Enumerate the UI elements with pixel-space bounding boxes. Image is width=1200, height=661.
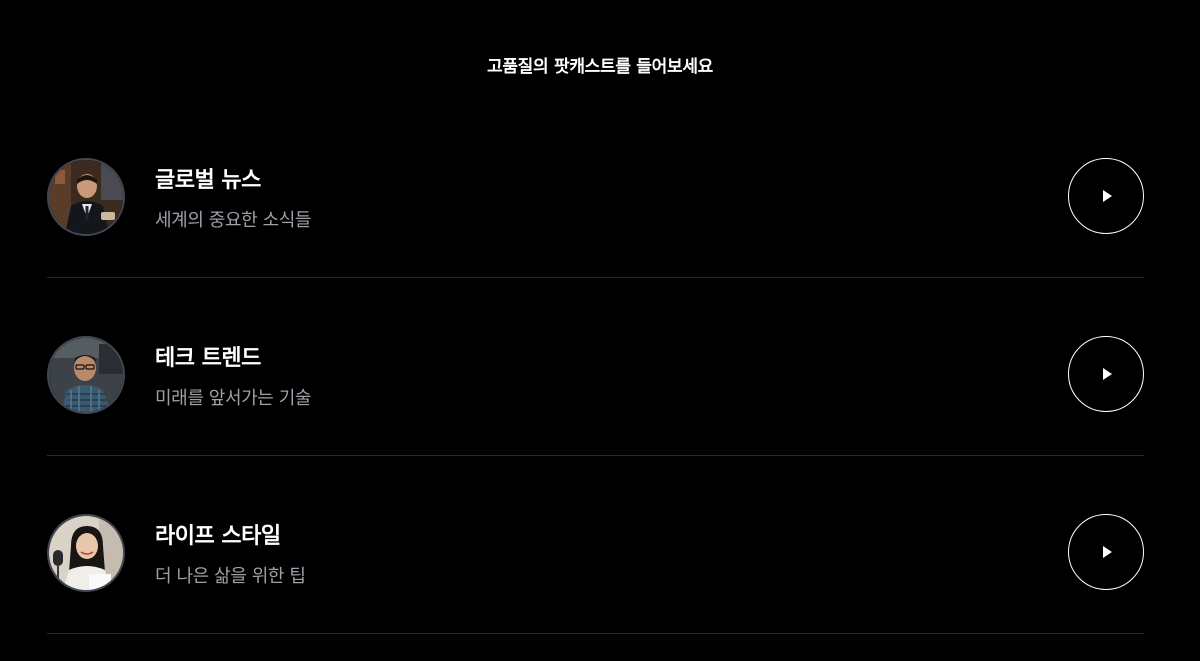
podcast-row-tech-trends[interactable]: 테크 트렌드 미래를 앞서가는 기술 <box>47 278 1144 456</box>
play-icon <box>1103 546 1112 558</box>
play-icon <box>1103 368 1112 380</box>
play-button[interactable] <box>1068 336 1144 412</box>
podcast-title: 글로벌 뉴스 <box>155 168 261 193</box>
play-button[interactable] <box>1068 514 1144 590</box>
podcast-row-global-news[interactable]: 글로벌 뉴스 세계의 중요한 소식들 <box>47 100 1144 278</box>
podcast-subtitle: 세계의 중요한 소식들 <box>155 210 312 231</box>
podcast-title: 테크 트렌드 <box>155 346 261 371</box>
play-icon <box>1103 190 1112 202</box>
podcast-title: 라이프 스타일 <box>155 524 281 549</box>
page-title: 고품질의 팟캐스트를 들어보세요 <box>487 57 713 77</box>
podcast-row-lifestyle[interactable]: 라이프 스타일 더 나은 삶을 위한 팁 <box>47 456 1144 634</box>
podcast-subtitle: 미래를 앞서가는 기술 <box>155 388 312 409</box>
podcast-list: 글로벌 뉴스 세계의 중요한 소식들 테크 트렌드 미래를 앞서가는 기술 라이… <box>47 100 1144 634</box>
host-avatar <box>47 336 125 414</box>
host-avatar <box>47 514 125 592</box>
podcast-subtitle: 더 나은 삶을 위한 팁 <box>155 566 306 587</box>
play-button[interactable] <box>1068 158 1144 234</box>
host-avatar <box>47 158 125 236</box>
